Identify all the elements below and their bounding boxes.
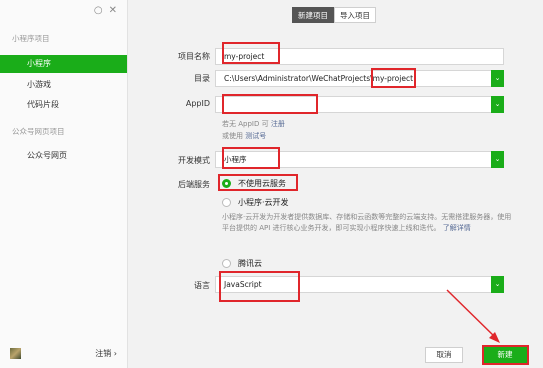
sidebar-item-official-web[interactable]: 公众号网页 xyxy=(0,147,127,165)
section-title-miniprogram: 小程序项目 xyxy=(12,34,50,43)
close-icon[interactable]: ✕ xyxy=(109,5,117,17)
language-select[interactable]: JavaScript ⌄ xyxy=(215,276,504,293)
radio-tencent-cloud[interactable] xyxy=(222,259,231,268)
footer-bar xyxy=(128,340,543,368)
chevron-down-icon[interactable]: ⌄ xyxy=(491,276,504,293)
appid-label: AppID xyxy=(185,99,210,108)
window-controls: ○ ✕ xyxy=(94,5,117,17)
backend-label: 后端服务 xyxy=(178,180,210,189)
directory-label: 目录 xyxy=(194,74,210,83)
cancel-button[interactable]: 取消 xyxy=(425,347,463,363)
radio-cloud-dev-label: 小程序·云开发 xyxy=(238,198,289,207)
project-name-label: 项目名称 xyxy=(178,52,210,61)
dev-mode-select[interactable]: 小程序 ⌄ xyxy=(215,151,504,168)
dev-mode-label: 开发模式 xyxy=(178,156,210,165)
directory-select[interactable]: C:\Users\Administrator\WeChatProjects\my… xyxy=(215,70,504,87)
radio-no-cloud[interactable] xyxy=(222,179,231,188)
directory-value: C:\Users\Administrator\WeChatProjects\my… xyxy=(224,74,414,83)
cloud-description: 小程序·云开发为开发者提供数据库、存储和云函数等完整的云端支持。无需搭建服务器，… xyxy=(222,213,512,232)
section-title-official-account: 公众号网页项目 xyxy=(12,127,65,136)
sidebar-item-code-snippet[interactable]: 代码片段 xyxy=(0,96,127,114)
sidebar: ○ ✕ 小程序项目 小程序 小游戏 代码片段 公众号网页项目 公众号网页 注销 … xyxy=(0,0,128,368)
chevron-down-icon[interactable]: ⌄ xyxy=(491,96,504,113)
appid-note-line1: 若无 AppID 可 注册 xyxy=(222,120,285,128)
tab-bar: 新建项目 导入项目 xyxy=(292,7,376,23)
minimize-icon[interactable]: ○ xyxy=(94,5,103,17)
sidebar-item-miniprogram[interactable]: 小程序 xyxy=(0,55,127,73)
logout-button[interactable]: 注销 › xyxy=(95,348,117,359)
radio-tencent-cloud-label: 腾讯云 xyxy=(238,259,262,268)
dev-mode-value: 小程序 xyxy=(224,155,247,164)
sidebar-item-minigame[interactable]: 小游戏 xyxy=(0,76,127,94)
appid-input[interactable]: ⌄ xyxy=(215,96,504,113)
chevron-down-icon[interactable]: ⌄ xyxy=(491,151,504,168)
tab-import-project[interactable]: 导入项目 xyxy=(334,7,376,23)
learn-more-link[interactable]: 了解详情 xyxy=(443,224,471,232)
project-name-input[interactable]: my-project xyxy=(215,48,504,65)
appid-note-line2: 或使用 测试号 xyxy=(222,132,267,140)
test-account-link[interactable]: 测试号 xyxy=(245,132,266,140)
chevron-down-icon[interactable]: ⌄ xyxy=(491,70,504,87)
radio-cloud-dev[interactable] xyxy=(222,198,231,207)
language-label: 语言 xyxy=(194,281,210,290)
register-link[interactable]: 注册 xyxy=(271,120,285,128)
create-button[interactable]: 新建 xyxy=(483,347,527,363)
language-value: JavaScript xyxy=(224,280,262,289)
sidebar-footer: 注销 › xyxy=(0,340,127,368)
avatar[interactable] xyxy=(10,348,21,359)
tab-new-project[interactable]: 新建项目 xyxy=(292,7,334,23)
radio-no-cloud-label: 不使用云服务 xyxy=(238,179,286,188)
